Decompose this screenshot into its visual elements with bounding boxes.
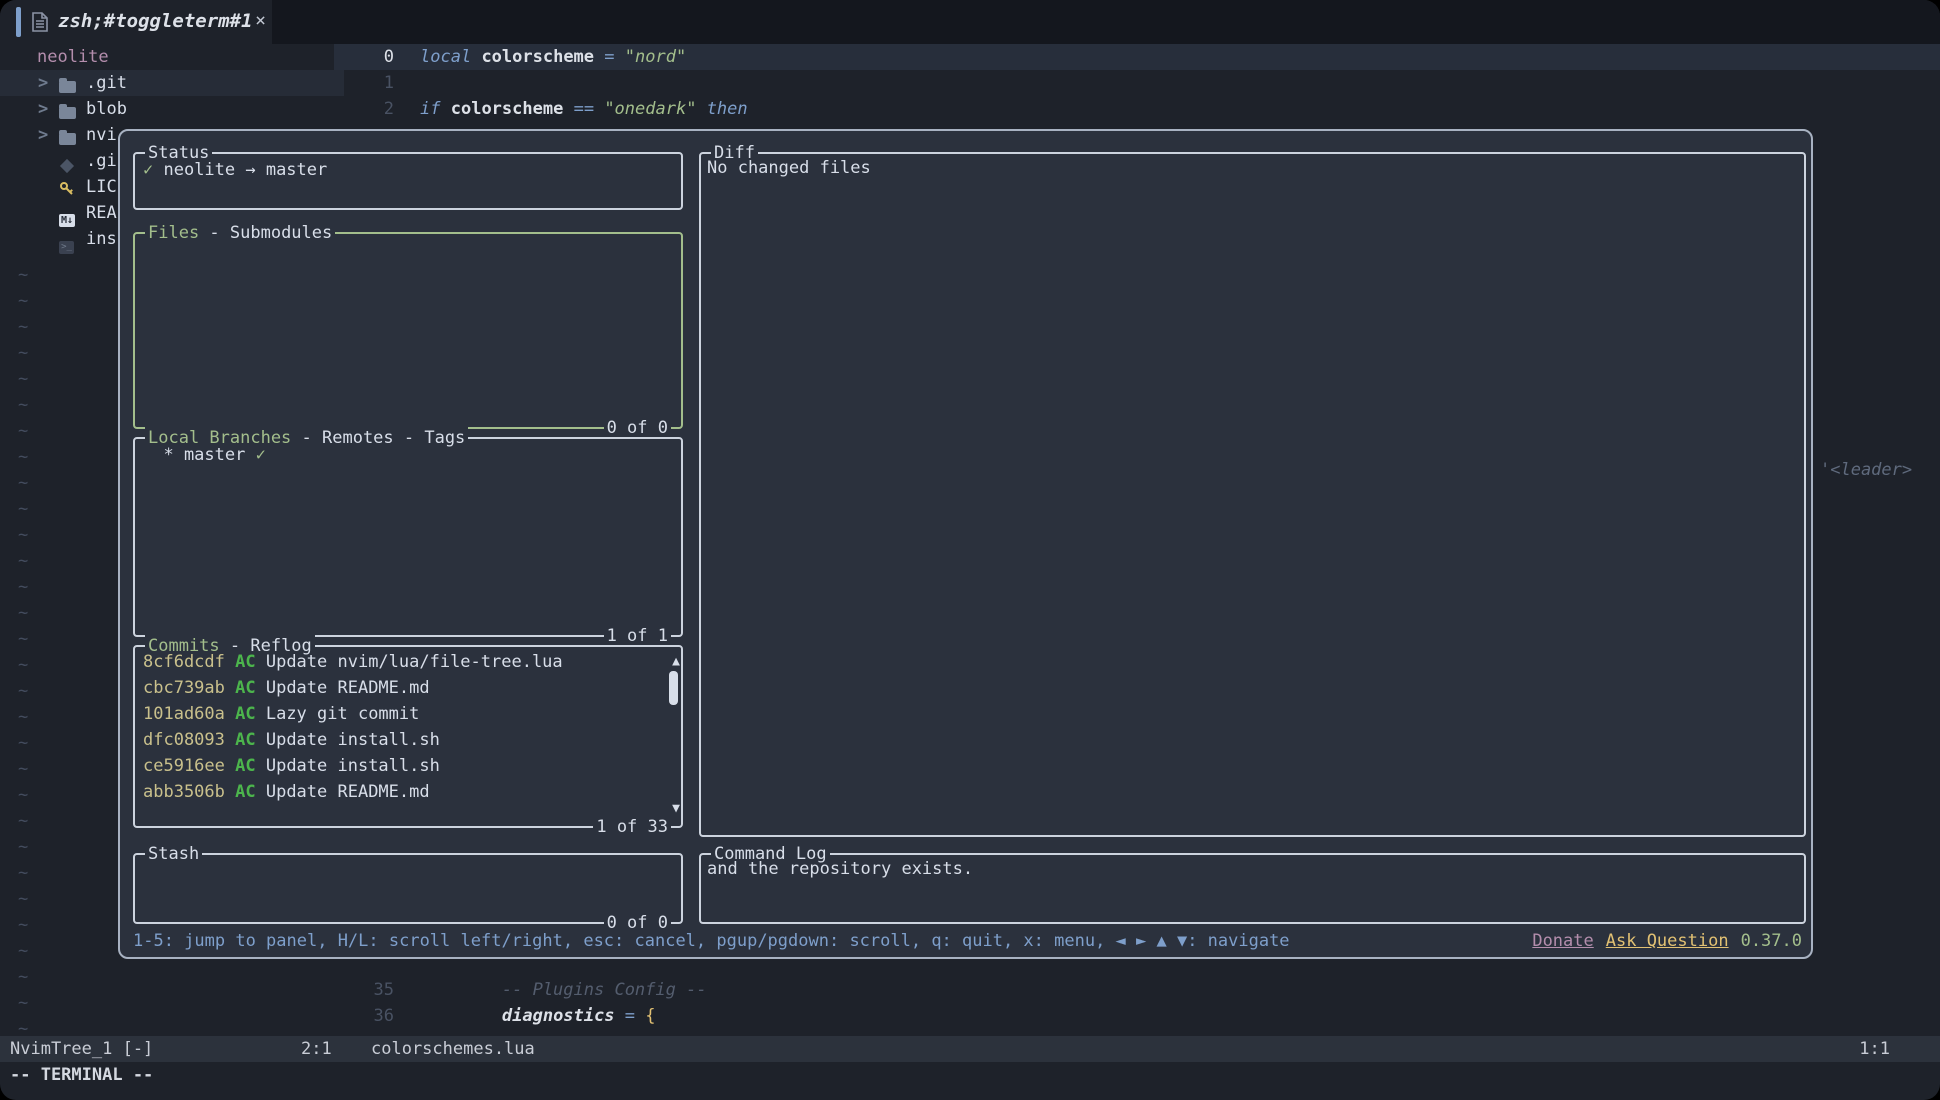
statusline-filename: colorschemes.lua — [371, 1036, 535, 1062]
line-number: 35 — [334, 977, 394, 1003]
commit-row[interactable]: ce5916ee AC Update install.sh — [135, 753, 663, 779]
scroll-down-icon[interactable]: ▼ — [672, 796, 680, 822]
statusline-cursor-position: 1:1 — [1859, 1036, 1890, 1062]
tilde-filler: ~ — [18, 522, 28, 548]
folder-icon — [59, 75, 77, 91]
panel-stash-title: Stash — [145, 841, 202, 867]
tilde-filler: ~ — [18, 626, 28, 652]
tree-item-label: .git — [86, 70, 127, 96]
script-icon: >_ — [59, 231, 77, 247]
tree-item--git[interactable]: > .git — [0, 70, 344, 96]
tilde-filler: ~ — [18, 860, 28, 886]
tree-item-label: LIC — [86, 174, 117, 200]
nvim-window: zsh;#toggleterm#1 × 0local colorscheme =… — [0, 0, 1940, 1100]
tilde-filler: ~ — [18, 678, 28, 704]
panel-stash[interactable]: Stash 0 of 0 — [133, 853, 683, 924]
tilde-filler: ~ — [18, 392, 28, 418]
tilde-filler: ~ — [18, 418, 28, 444]
tabline: zsh;#toggleterm#1 × — [0, 0, 1940, 44]
lazygit-version: 0.37.0 — [1741, 931, 1802, 951]
commit-row[interactable]: 8cf6dcdf AC Update nvim/lua/file-tree.lu… — [135, 649, 663, 675]
panel-diff[interactable]: Diff No changed files — [699, 152, 1806, 837]
tilde-filler: ~ — [18, 470, 28, 496]
tilde-filler: ~ — [18, 652, 28, 678]
tab-title: zsh;#toggleterm#1 — [58, 8, 252, 34]
statusline: NvimTree_1 [-] 2:1 colorschemes.lua 1:1 — [0, 1036, 1940, 1062]
tilde-filler: ~ — [18, 886, 28, 912]
tilde-filler: ~ — [18, 496, 28, 522]
tilde-filler: ~ — [18, 574, 28, 600]
tilde-filler: ~ — [18, 288, 28, 314]
chevron-right-icon[interactable]: > — [38, 96, 48, 122]
line-number: 36 — [334, 1003, 394, 1029]
code-line-36[interactable]: 36 diagnostics = { — [0, 1003, 1940, 1029]
pending-keys-indicator: '<leader> — [1820, 457, 1912, 483]
gitignore-icon — [59, 153, 77, 169]
chevron-right-icon[interactable]: > — [38, 122, 48, 148]
tree-item-label: nvi — [86, 122, 117, 148]
markdown-icon: M↓ — [59, 205, 77, 221]
keybind-bar: 1-5: jump to panel, H/L: scroll left/rig… — [133, 928, 1802, 956]
panel-branches[interactable]: Local Branches - Remotes - Tags * master… — [133, 437, 683, 637]
tree-item-label: .gi — [86, 148, 117, 174]
tilde-filler: ~ — [18, 314, 28, 340]
tilde-filler: ~ — [18, 782, 28, 808]
tilde-filler: ~ — [18, 548, 28, 574]
tree-item-blob[interactable]: > blob — [0, 96, 344, 122]
tree-item-label: blob — [86, 96, 127, 122]
keybind-hints: 1-5: jump to panel, H/L: scroll left/rig… — [133, 931, 1290, 951]
tilde-filler: ~ — [18, 340, 28, 366]
tree-item-label: REA — [86, 200, 117, 226]
panel-command-log[interactable]: Command Log and the repository exists. — [699, 853, 1806, 924]
panel-commits-count: 1 of 33 — [593, 814, 671, 840]
branch-row-master[interactable]: * master ✓ — [135, 442, 681, 468]
key-icon — [59, 179, 77, 195]
tab-toggleterm[interactable]: zsh;#toggleterm#1 × — [0, 0, 272, 44]
panel-files-title: Files - Submodules — [145, 220, 335, 246]
tree-root-name: neolite — [0, 44, 344, 70]
panel-commits[interactable]: Commits - Reflog 8cf6dcdf AC Update nvim… — [133, 645, 683, 828]
commit-row[interactable]: 101ad60a AC Lazy git commit — [135, 701, 663, 727]
panel-status[interactable]: Status ✓ neolite → master — [133, 152, 683, 210]
tilde-filler: ~ — [18, 730, 28, 756]
scrollbar-thumb[interactable] — [669, 671, 678, 705]
tilde-filler: ~ — [18, 600, 28, 626]
tilde-filler: ~ — [18, 938, 28, 964]
commit-row[interactable]: abb3506b AC Update README.md — [135, 779, 663, 805]
diff-content: No changed files — [701, 155, 1804, 181]
tree-item-label: ins — [86, 226, 117, 252]
tilde-filler: ~ — [18, 366, 28, 392]
status-branch-row[interactable]: ✓ neolite → master — [135, 157, 681, 183]
code-line-35[interactable]: 35 -- Plugins Config -- — [0, 977, 1940, 1003]
command-log-content: and the repository exists. — [701, 856, 1804, 882]
lazygit-window: Status ✓ neolite → master Files - Submod… — [118, 129, 1813, 959]
commits-scrollbar[interactable]: ▲ ▼ — [666, 647, 680, 826]
donate-link[interactable]: Donate — [1532, 931, 1593, 951]
commit-row[interactable]: cbc739ab AC Update README.md — [135, 675, 663, 701]
tilde-filler: ~ — [18, 704, 28, 730]
mode-indicator: -- TERMINAL -- — [10, 1062, 153, 1088]
tilde-filler: ~ — [18, 834, 28, 860]
statusline-buffer-name: NvimTree_1 [-] — [10, 1036, 153, 1062]
statusline-tree-ruler: 2:1 — [301, 1036, 332, 1062]
tilde-filler: ~ — [18, 444, 28, 470]
tilde-filler: ~ — [18, 756, 28, 782]
commit-row[interactable]: dfc08093 AC Update install.sh — [135, 727, 663, 753]
active-tab-indicator — [16, 7, 21, 37]
tilde-filler: ~ — [18, 262, 28, 288]
ask-question-link[interactable]: Ask Question — [1606, 931, 1729, 951]
close-icon[interactable]: × — [255, 8, 266, 34]
panel-files[interactable]: Files - Submodules 0 of 0 — [133, 232, 683, 429]
tilde-filler: ~ — [18, 912, 28, 938]
file-icon — [32, 12, 48, 32]
folder-icon — [59, 127, 77, 143]
chevron-right-icon[interactable]: > — [38, 70, 48, 96]
tilde-filler: ~ — [18, 808, 28, 834]
folder-icon — [59, 101, 77, 117]
